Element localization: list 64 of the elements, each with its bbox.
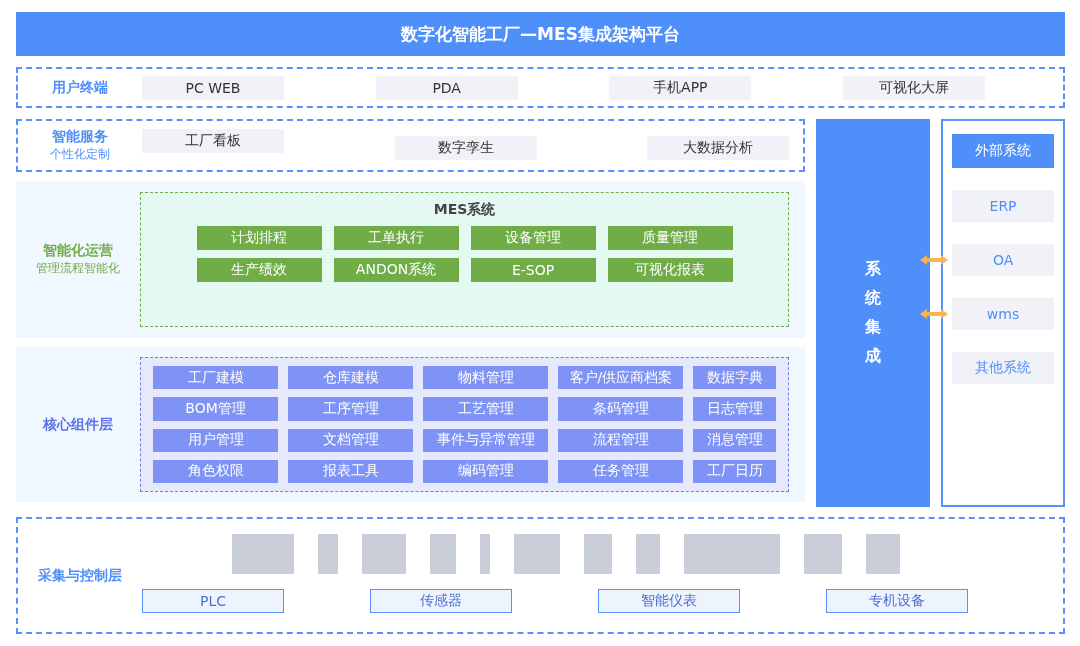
core-component: 报表工具 [288, 459, 414, 483]
core-component: 工厂建模 [153, 366, 279, 390]
layer-label: 智能化运营 [43, 242, 113, 260]
service-item: 大数据分析 [647, 136, 790, 160]
terminal-item: PC WEB [142, 75, 284, 100]
photo-placeholder [514, 534, 560, 574]
core-component: 用户管理 [153, 428, 279, 452]
service-item: 数字孪生 [394, 136, 537, 160]
service-item: 工厂看板 [142, 129, 284, 153]
mes-module: 计划排程 [196, 226, 322, 250]
core-component: BOM管理 [153, 397, 279, 421]
core-component: 数据字典 [693, 366, 776, 390]
core-component: 消息管理 [693, 428, 776, 452]
photo-placeholder [584, 534, 612, 574]
mes-module: 质量管理 [607, 226, 733, 250]
terminal-item: PDA [375, 75, 518, 100]
core-component: 角色权限 [153, 459, 279, 483]
core-component: 条码管理 [558, 397, 684, 421]
core-component: 编码管理 [423, 459, 549, 483]
photo-placeholder [636, 534, 660, 574]
terminal-item: 手机APP [609, 75, 752, 100]
external-system: wms [952, 298, 1055, 330]
layer-sublabel: 管理流程智能化 [36, 260, 120, 277]
photo-placeholder [866, 534, 900, 574]
core-component: 事件与异常管理 [423, 428, 549, 452]
photo-placeholder [804, 534, 842, 574]
layer-label: 核心组件层 [43, 415, 113, 434]
device-category: 传感器 [370, 589, 512, 613]
core-component: 客户/供应商档案 [558, 366, 684, 390]
mes-title: MES系统 [433, 201, 496, 219]
core-component: 任务管理 [558, 459, 684, 483]
core-component: 物料管理 [423, 366, 549, 390]
mes-module: ANDON系统 [333, 258, 459, 282]
mes-module: 生产绩效 [196, 258, 322, 282]
mes-module: E-SOP [470, 258, 596, 282]
core-component: 仓库建模 [288, 366, 414, 390]
photo-placeholder [318, 534, 338, 574]
photo-placeholder [480, 534, 490, 574]
photo-placeholder [362, 534, 406, 574]
diagram-title: 数字化智能工厂—MES集成架构平台 [16, 12, 1065, 56]
photo-placeholder [430, 534, 456, 574]
layer-label: 采集与控制层 [38, 566, 122, 585]
device-category: 智能仪表 [598, 589, 740, 613]
device-category: 专机设备 [826, 589, 968, 613]
external-system: OA [952, 244, 1055, 276]
mes-module: 设备管理 [470, 226, 596, 250]
core-component: 文档管理 [288, 428, 414, 452]
integration-label: 系统集成 [865, 258, 882, 367]
external-system: 其他系统 [952, 352, 1055, 384]
layer-label: 智能服务 [52, 128, 108, 146]
terminal-item: 可视化大屏 [842, 75, 985, 100]
mes-module: 工单执行 [333, 226, 459, 250]
layer-label: 用户终端 [52, 78, 108, 97]
core-component: 工序管理 [288, 397, 414, 421]
core-component: 日志管理 [693, 397, 776, 421]
layer-sublabel: 个性化定制 [50, 146, 110, 163]
core-component: 流程管理 [558, 428, 684, 452]
external-system: ERP [952, 190, 1055, 222]
external-title: 外部系统 [952, 134, 1055, 168]
core-component: 工厂日历 [693, 459, 776, 483]
photo-placeholder [232, 534, 294, 574]
device-category: PLC [142, 589, 284, 613]
mes-module: 可视化报表 [607, 258, 733, 282]
core-component: 工艺管理 [423, 397, 549, 421]
